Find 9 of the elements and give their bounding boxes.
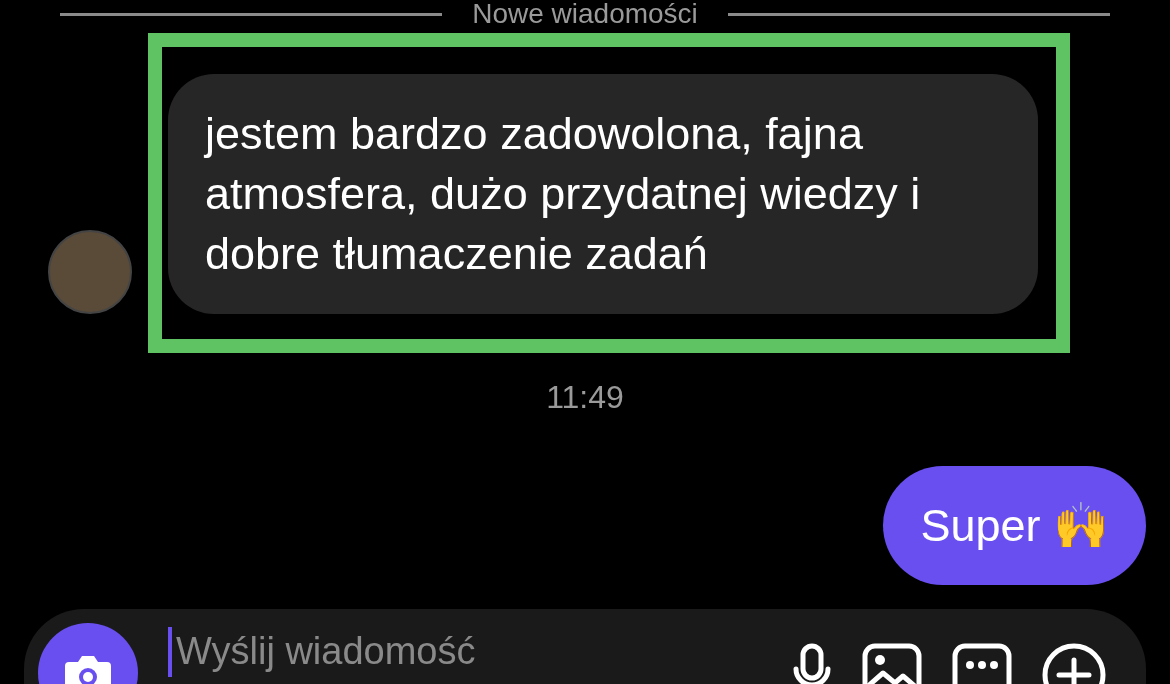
- message-bubble: jestem bardzo zadowolona, fajna atmosfera, dużo przydatnej wiedzy i dobre tłumaczenie zadań: [168, 74, 1038, 314]
- message-input-bar[interactable]: Wyślij wiadomość: [24, 609, 1146, 684]
- sticker-icon[interactable]: [952, 643, 1012, 684]
- message-bubble: Super 🙌: [883, 466, 1146, 585]
- message-input[interactable]: Wyślij wiadomość: [172, 623, 762, 679]
- image-icon[interactable]: [862, 643, 922, 684]
- microphone-icon[interactable]: [792, 643, 832, 684]
- new-messages-label: Nowe wiadomości: [472, 0, 698, 28]
- timestamp: 11:49: [546, 379, 624, 416]
